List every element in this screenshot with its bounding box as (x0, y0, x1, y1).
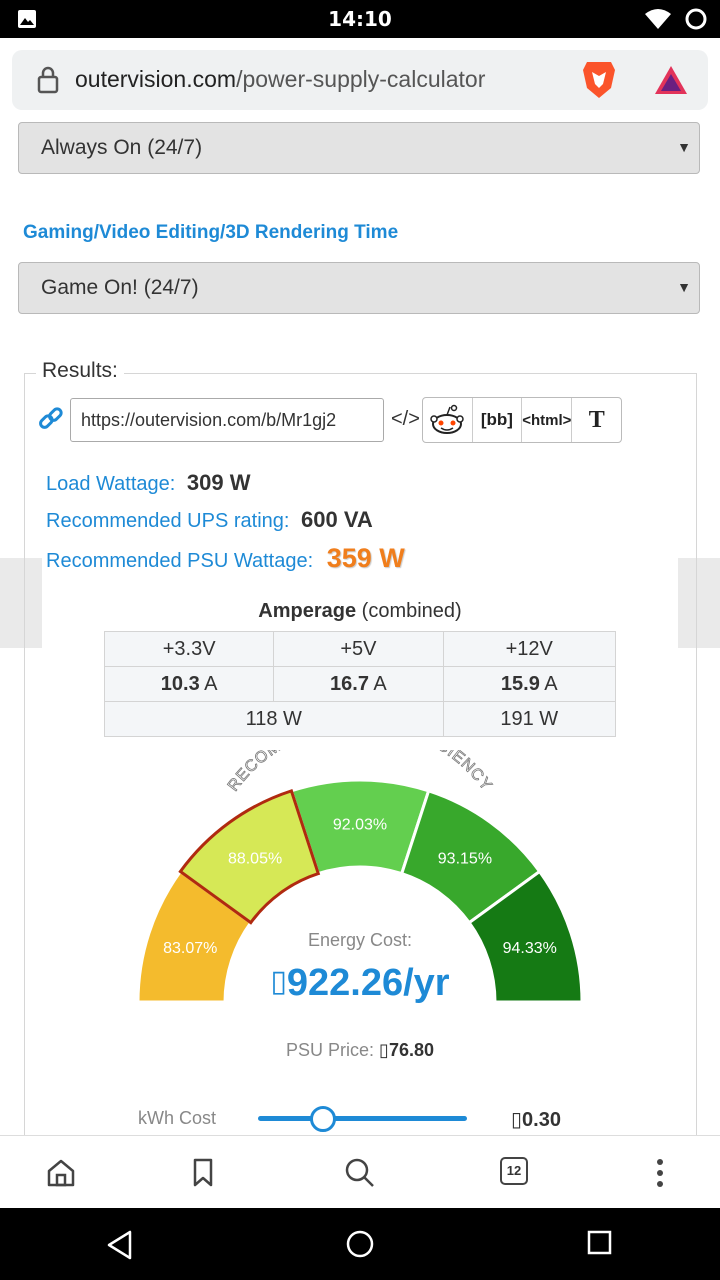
amp-unit: A (373, 672, 387, 695)
gauge-segment-label: 92.03% (333, 817, 387, 834)
gaming-time-label: Gaming/Video Editing/3D Rendering Time (23, 222, 399, 243)
ups-rating-value: 600 VA (301, 507, 373, 532)
gauge-segment-label: 88.05% (228, 851, 282, 868)
energy-cost-amount: 922.26/yr (286, 962, 450, 1004)
share-url-input[interactable] (70, 398, 384, 442)
share-button-group: [bb] <html> T (422, 397, 622, 443)
energy-cost-label: Energy Cost: (307, 930, 413, 950)
psu-price: PSU Price: ▯76.80 (0, 1040, 720, 1061)
link-icon[interactable] (38, 407, 64, 433)
reddit-icon (430, 404, 465, 434)
psu-price-amount: 76.80 (388, 1040, 434, 1060)
amp-cell: 15.9 A (442, 666, 617, 702)
currency-icon: ▯ (511, 1109, 523, 1131)
kwh-cost-slider-thumb[interactable] (309, 1106, 336, 1132)
kwh-cost-label: kWh Cost (138, 1108, 217, 1128)
more-menu-icon[interactable] (650, 1157, 670, 1189)
rail-header: +12V (442, 631, 617, 667)
status-bar: 14:10 (0, 0, 720, 38)
address-bar[interactable]: outervision.com/power-supply-calculator (0, 38, 720, 124)
lock-icon (37, 66, 59, 94)
usage-time-value: Always On (24/7) (41, 136, 203, 159)
amp-cell: 16.7 A (273, 666, 444, 702)
bookmark-icon[interactable] (191, 1158, 217, 1188)
amperage-title-bold: Amperage (258, 600, 357, 622)
psu-price-label: PSU Price: (286, 1040, 375, 1060)
usage-time-select[interactable]: Always On (24/7) ▼ (18, 122, 700, 174)
amp-unit: A (204, 672, 218, 695)
browser-toolbar: 12 (0, 1135, 720, 1209)
wifi-icon (645, 9, 671, 29)
amperage-table: +3.3V +5V +12V 10.3 A 16.7 A 15.9 A 118 … (103, 631, 617, 737)
gaming-time-select[interactable]: Game On! (24/7) ▼ (18, 262, 700, 314)
load-wattage-label: Load Wattage: (46, 473, 176, 495)
kwh-cost-value: ▯0.30 (511, 1107, 561, 1132)
amp-unit: A (544, 672, 558, 695)
table-row: +3.3V +5V +12V (103, 631, 617, 667)
table-row: 10.3 A 16.7 A 15.9 A (103, 666, 617, 702)
bbcode-share-button[interactable]: [bb] (473, 398, 523, 442)
energy-cost-value: ▯922.26/yr (0, 962, 720, 1005)
table-row: 118 W 191 W (104, 701, 617, 737)
back-icon[interactable] (106, 1230, 134, 1260)
psu-wattage-label: Recommended PSU Wattage: (46, 550, 314, 572)
currency-icon: ▯ (379, 1040, 389, 1060)
reddit-share-button[interactable] (423, 398, 473, 442)
amp-cell: 10.3 A (103, 666, 275, 702)
psu-wattage-value: 359 W (326, 543, 405, 573)
url-path: /power-supply-calculator (236, 66, 486, 92)
load-wattage-row: Load Wattage: 309 W (46, 470, 251, 496)
text-share-button[interactable]: T (572, 398, 621, 442)
chevron-down-icon: ▼ (677, 279, 691, 295)
recents-icon[interactable] (587, 1230, 613, 1256)
ups-rating-label: Recommended UPS rating: (46, 510, 290, 532)
psu-wattage-row: Recommended PSU Wattage: 359 W (46, 543, 405, 574)
kwh-cost-slider[interactable] (258, 1116, 467, 1121)
results-legend: Results: (36, 359, 124, 383)
system-nav-bar (0, 1208, 720, 1280)
url-text[interactable]: outervision.com/power-supply-calculator (75, 66, 485, 93)
gaming-time-value: Game On! (24/7) (41, 276, 199, 299)
ups-rating-row: Recommended UPS rating: 600 VA (46, 507, 373, 533)
kwh-cost-amount: 0.30 (522, 1109, 561, 1131)
gauge-segment-label: 93.15% (438, 851, 492, 868)
brave-rewards-icon[interactable] (653, 64, 689, 96)
amp-value: 10.3 (160, 672, 200, 695)
embed-code-icon[interactable]: </> (391, 408, 420, 431)
watt-cell: 118 W (104, 701, 444, 737)
rail-header: +5V (273, 631, 444, 667)
status-time: 14:10 (328, 7, 392, 31)
watt-cell: 191 W (442, 701, 617, 737)
currency-icon: ▯ (270, 965, 287, 998)
rail-header: +3.3V (103, 631, 275, 667)
tabs-button[interactable]: 12 (500, 1157, 528, 1185)
amperage-title: Amperage (combined) (0, 600, 720, 623)
amp-value: 16.7 (330, 672, 369, 695)
search-icon[interactable] (344, 1157, 376, 1189)
home-nav-icon[interactable] (344, 1228, 376, 1260)
chevron-down-icon: ▼ (677, 139, 691, 155)
home-icon[interactable] (46, 1158, 76, 1188)
battery-ring-icon (685, 8, 707, 30)
url-domain: outervision.com (75, 66, 237, 92)
amp-value: 15.9 (500, 672, 540, 695)
html-share-button[interactable]: <html> (522, 398, 573, 442)
load-wattage-value: 309 W (186, 470, 251, 495)
amperage-title-rest: (combined) (361, 600, 462, 622)
brave-lion-icon[interactable] (581, 58, 617, 100)
